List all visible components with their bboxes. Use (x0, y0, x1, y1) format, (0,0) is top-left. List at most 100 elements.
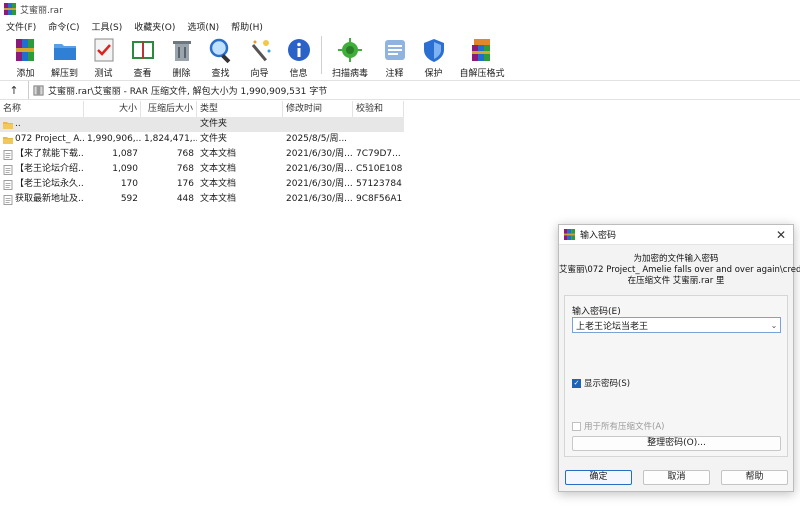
window-title: 艾蜜丽.rar (20, 5, 63, 16)
close-icon[interactable]: ✕ (769, 228, 793, 242)
password-input[interactable]: 上老王论坛当老王 ⌄ (572, 317, 781, 333)
file-list: 名称 大小 压缩后大小 类型 修改时间 校验和 .. 文件夹 072 Project… (0, 101, 404, 207)
help-button[interactable]: 帮助 (721, 470, 788, 485)
cell-packed: 1,824,471,... (144, 134, 197, 144)
organize-passwords-button[interactable]: 整理密码(O)... (572, 436, 781, 451)
winrar-app-icon (4, 3, 16, 15)
protect-button[interactable]: 保护 (414, 34, 453, 79)
menu-favorites[interactable]: 收藏夹(O) (128, 20, 181, 33)
wizard-button[interactable]: 向导 (240, 34, 279, 79)
folder-icon (3, 136, 13, 144)
test-button[interactable]: 测试 (84, 34, 123, 79)
check-icon: ✓ (572, 378, 581, 388)
col-modified[interactable]: 修改时间 (283, 101, 353, 117)
text-file-icon (3, 164, 13, 175)
path-text: 艾蜜丽.rar\艾蜜丽 - RAR 压缩文件, 解包大小为 1,990,909,… (48, 86, 328, 97)
info-button[interactable]: 信息 (279, 34, 318, 79)
wizard-icon (251, 40, 270, 62)
comment-button[interactable]: 注释 (375, 34, 414, 79)
text-file-icon (3, 149, 13, 160)
file-rows: .. 文件夹 072 Project_ A... 1,990,906,... 1,824… (0, 117, 404, 207)
sfx-button[interactable]: 自解压格式 (453, 34, 511, 79)
checkbox-icon (572, 421, 581, 431)
find-button[interactable]: 查找 (201, 34, 240, 79)
password-label: 输入密码(E) (572, 307, 621, 317)
table-row[interactable]: 【老王论坛永久... 170 176 文本文档 2021/6/30/周... 571237… (0, 177, 404, 192)
cell-modified (283, 117, 353, 132)
cell-size: 1,090 (112, 164, 138, 174)
view-button[interactable]: 查看 (123, 34, 162, 79)
use-for-all-checkbox[interactable]: 用于所有压缩文件(A) (572, 420, 664, 432)
col-crc[interactable]: 校验和 (353, 101, 404, 117)
show-password-checkbox[interactable]: ✓ 显示密码(S) (572, 377, 630, 389)
cell-size (84, 117, 141, 132)
menu-bar: 文件(F) 命令(C) 工具(S) 收藏夹(O) 选项(N) 帮助(H) (0, 18, 800, 34)
menu-help[interactable]: 帮助(H) (225, 20, 269, 33)
delete-icon (172, 41, 191, 61)
extract-to-button[interactable]: 解压到 (45, 34, 84, 79)
col-size[interactable]: 大小 (84, 101, 141, 117)
cell-name: 【老王论坛介绍... (0, 162, 84, 177)
extract-icon (53, 44, 76, 60)
info-icon (287, 39, 310, 61)
cell-size: 170 (120, 179, 138, 189)
dialog-message-line2: 艾蜜丽\072 Project_ Amelie falls over and o… (559, 265, 800, 275)
col-packed[interactable]: 压缩后大小 (141, 101, 197, 117)
cell-packed (141, 117, 197, 132)
password-value: 上老王论坛当老王 (576, 321, 649, 332)
cell-packed: 768 (176, 164, 194, 174)
dialog-title-bar: 输入密码 ✕ (559, 225, 793, 245)
cell-name: 【老王论坛永久... (0, 177, 84, 192)
archive-icon (33, 84, 44, 96)
chevron-down-icon[interactable]: ⌄ (768, 321, 780, 330)
cell-name: 072 Project_ A... (0, 132, 84, 147)
title-bar: 艾蜜丽.rar (0, 0, 800, 18)
dialog-title: 输入密码 (580, 231, 617, 241)
cell-modified: 2021/6/30/周... (286, 179, 353, 189)
add-button[interactable]: 添加 (6, 34, 45, 79)
winrar-dialog-icon (564, 229, 575, 240)
cell-crc: C510E108 (356, 164, 403, 174)
cell-crc (353, 117, 404, 132)
cancel-button[interactable]: 取消 (643, 470, 710, 485)
file-name: 【来了就能下载... (15, 149, 84, 159)
cell-packed: 768 (176, 149, 194, 159)
cell-crc: 57123784 (356, 179, 402, 189)
file-name: 【老王论坛介绍... (15, 164, 84, 174)
menu-options[interactable]: 选项(N) (181, 20, 225, 33)
dialog-message-line1: 为加密的文件输入密码 (633, 254, 719, 264)
virus-scan-icon (338, 38, 362, 62)
col-type[interactable]: 类型 (197, 101, 283, 117)
cell-type: 文件夹 (200, 119, 228, 129)
menu-commands[interactable]: 命令(C) (42, 20, 85, 33)
table-row[interactable]: 072 Project_ A... 1,990,906,... 1,824,471,… (0, 132, 404, 147)
password-dialog: 输入密码 ✕ 为加密的文件输入密码 艾蜜丽\072 Project_ Ameli… (558, 224, 800, 492)
list-header: 名称 大小 压缩后大小 类型 修改时间 校验和 (0, 101, 404, 117)
toolbar-separator (321, 36, 322, 74)
path-box[interactable]: 艾蜜丽.rar\艾蜜丽 - RAR 压缩文件, 解包大小为 1,990,909,… (28, 81, 800, 99)
cell-name: 【来了就能下载... (0, 147, 84, 162)
col-name[interactable]: 名称 (0, 101, 84, 117)
cell-size: 592 (120, 194, 138, 204)
menu-tools[interactable]: 工具(S) (86, 20, 129, 33)
toolbar: 添加 解压到 测试 查看 删除 查找 向导 信息 扫描病毒 注释 保护 自解压格… (0, 34, 800, 79)
comment-icon (384, 40, 405, 60)
ok-button[interactable]: 确定 (565, 470, 632, 485)
virus-scan-button[interactable]: 扫描病毒 (325, 34, 375, 79)
cell-type: 文本文档 (200, 149, 237, 159)
up-arrow-icon[interactable]: ↑ (0, 81, 28, 99)
file-name: .. (15, 119, 21, 129)
table-row[interactable]: 获取最新地址及... 592 448 文本文档 2021/6/30/周... 9C8F56… (0, 192, 404, 207)
cell-modified: 2021/6/30/周... (286, 164, 353, 174)
cell-type: 文本文档 (200, 194, 237, 204)
table-row[interactable]: .. 文件夹 (0, 117, 404, 132)
table-row[interactable]: 【老王论坛介绍... 1,090 768 文本文档 2021/6/30/周... C510… (0, 162, 404, 177)
folder-icon (3, 121, 13, 129)
table-row[interactable]: 【来了就能下载... 1,087 768 文本文档 2021/6/30/周... 7C79… (0, 147, 404, 162)
view-icon (131, 41, 154, 59)
cell-type: 文件夹 (200, 134, 228, 144)
cell-size: 1,990,906,... (87, 134, 141, 144)
delete-button[interactable]: 删除 (162, 34, 201, 79)
text-file-icon (3, 194, 13, 205)
menu-file[interactable]: 文件(F) (0, 20, 42, 33)
